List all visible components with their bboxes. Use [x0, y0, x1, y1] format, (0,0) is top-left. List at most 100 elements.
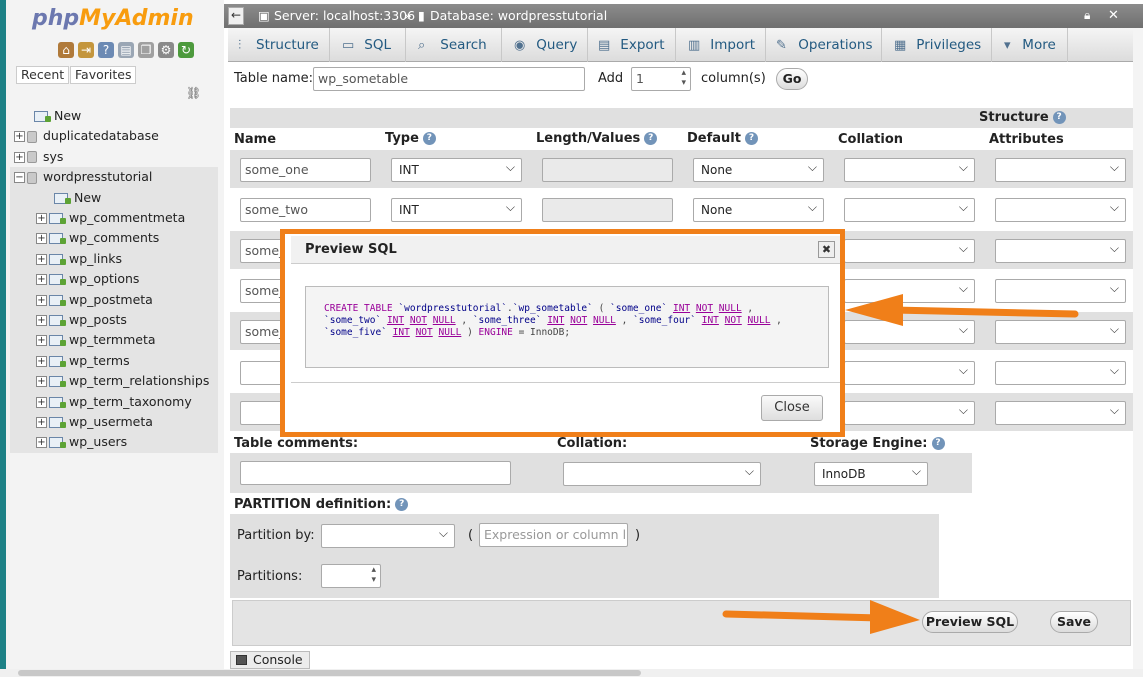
tree-item[interactable]: + wp_commentmeta [36, 208, 185, 228]
expand-icon[interactable]: + [36, 294, 47, 306]
tab-export[interactable]: ▤ Export [590, 28, 676, 62]
home-icon[interactable]: ⌂ [58, 42, 74, 58]
close-icon[interactable]: ✖ [818, 241, 835, 258]
tree-item[interactable]: + wp_posts [36, 310, 127, 330]
column-collation-select[interactable] [844, 401, 975, 425]
tab-structure[interactable]: ⫶ Structure [230, 28, 330, 62]
column-collation-select[interactable] [844, 361, 975, 385]
settings-icon[interactable]: ⚙ [158, 42, 174, 58]
help-icon[interactable]: ? [744, 132, 758, 145]
help-icon[interactable]: ? [931, 437, 945, 450]
tab-operations[interactable]: ✎ Operations [768, 28, 882, 62]
expand-icon[interactable]: + [36, 355, 47, 367]
tree-item[interactable]: + wp_term_taxonomy [36, 392, 192, 412]
spinner-icon[interactable]: ▴ ▾ [681, 68, 686, 88]
tree-item[interactable]: − wordpresstutorial [14, 167, 152, 187]
column-length-input[interactable] [542, 158, 673, 182]
help-icon[interactable]: ? [98, 42, 114, 58]
column-attributes-select[interactable] [995, 158, 1126, 182]
expand-icon[interactable]: + [36, 376, 47, 388]
expand-icon[interactable]: + [14, 131, 25, 143]
tree-item[interactable]: + wp_term_relationships [36, 371, 209, 391]
tab-query[interactable]: ◉ Query [506, 28, 588, 62]
help-icon[interactable]: ? [644, 132, 658, 145]
tree-item[interactable]: + wp_usermeta [36, 412, 153, 432]
column-attributes-select[interactable] [995, 198, 1126, 222]
collation-select[interactable] [563, 462, 761, 486]
partitions-input[interactable]: ▴ ▾ [321, 564, 381, 588]
expand-icon[interactable]: + [36, 253, 47, 265]
tree-item[interactable]: + wp_links [36, 249, 122, 269]
docs-icon[interactable]: ▤ [118, 42, 134, 58]
preview-sql-button[interactable]: Preview SQL [922, 611, 1018, 633]
tree-item[interactable]: + wp_termmeta [36, 330, 156, 350]
close-button[interactable]: Close [761, 395, 823, 421]
partition-expression-input[interactable]: Expression or column list [479, 523, 628, 547]
collapse-arrow-icon[interactable]: ← [228, 7, 244, 25]
tree-item[interactable]: + wp_comments [36, 228, 159, 248]
expand-icon[interactable]: + [14, 151, 25, 163]
column-name-input[interactable]: some_two [240, 198, 371, 222]
column-default-select[interactable]: None [693, 198, 824, 222]
column-name-input[interactable]: some_one [240, 158, 371, 182]
breadcrumb-server[interactable]: Server: localhost:3306 [274, 4, 415, 28]
tree-item[interactable]: + wp_options [36, 269, 139, 289]
reload-icon[interactable]: ↻ [178, 42, 194, 58]
column-default-select[interactable]: None [693, 158, 824, 182]
column-type-select[interactable]: INT [391, 158, 522, 182]
expand-icon[interactable]: + [36, 417, 47, 428]
logout-icon[interactable]: ⇥ [78, 42, 94, 58]
storage-engine-select[interactable]: InnoDB [814, 462, 928, 486]
column-attributes-select[interactable] [995, 361, 1126, 385]
tab-more[interactable]: ▾ More [996, 28, 1068, 62]
expand-icon[interactable]: + [36, 315, 47, 326]
tree-item[interactable]: + wp_terms [36, 351, 130, 371]
breadcrumb-database[interactable]: Database: wordpresstutorial [430, 4, 607, 28]
tree-item[interactable]: New [34, 106, 81, 126]
save-button[interactable]: Save [1050, 611, 1098, 633]
tree-item[interactable]: + sys [14, 147, 63, 167]
column-length-input[interactable] [542, 198, 673, 222]
gear-icon[interactable]: ✕ [1108, 8, 1119, 23]
scrollbar-thumb[interactable] [18, 670, 641, 676]
tab-privileges[interactable]: ▦ Privileges [886, 28, 992, 62]
partition-by-select[interactable] [321, 524, 455, 548]
tab-favorites[interactable]: Favorites [70, 66, 137, 84]
expand-icon[interactable]: + [36, 335, 47, 347]
table-comments-input[interactable] [240, 461, 511, 485]
expand-icon[interactable]: − [14, 172, 25, 184]
tree-item[interactable]: New [54, 188, 101, 208]
column-collation-select[interactable] [844, 198, 975, 222]
go-button[interactable]: Go [776, 68, 808, 90]
expand-icon[interactable]: + [36, 274, 47, 286]
spinner-icon[interactable]: ▴ ▾ [371, 565, 376, 585]
tab-recent[interactable]: Recent [16, 66, 70, 84]
tab-sql[interactable]: ▭ SQL [334, 28, 406, 62]
expand-icon[interactable]: + [36, 437, 47, 449]
copy-icon[interactable]: ❐ [138, 42, 154, 58]
new-table-icon [54, 192, 71, 204]
console-tab[interactable]: Console [230, 651, 310, 669]
column-collation-select[interactable] [844, 158, 975, 182]
column-attributes-select[interactable] [995, 401, 1126, 425]
add-columns-input[interactable]: 1 ▴ ▾ [631, 67, 691, 91]
help-icon[interactable]: ? [422, 132, 436, 145]
help-icon[interactable]: ? [1052, 111, 1066, 124]
tree-item[interactable]: + wp_postmeta [36, 290, 153, 310]
tab-import[interactable]: ▥ Import [680, 28, 766, 62]
expand-icon[interactable]: + [36, 233, 47, 245]
column-attributes-select[interactable] [995, 239, 1126, 263]
expand-icon[interactable]: + [36, 396, 47, 408]
vertical-scrollbar[interactable] [1133, 28, 1143, 669]
tree-item[interactable]: + wp_users [36, 432, 127, 452]
tab-search[interactable]: ⌕ Search [410, 28, 502, 62]
column-collation-select[interactable] [844, 239, 975, 263]
table-name-input[interactable]: wp_sometable [313, 67, 585, 91]
tree-item[interactable]: + duplicatedatabase [14, 126, 159, 146]
link-with-main-icon[interactable]: ⛓ [186, 86, 201, 100]
column-type-select[interactable]: INT [391, 198, 522, 222]
phpmyadmin-logo[interactable]: phpMyAdmin [32, 6, 194, 31]
expand-icon[interactable]: + [36, 213, 47, 224]
help-icon[interactable]: ? [395, 498, 409, 511]
lock-icon[interactable]: 🔒︎ [1084, 8, 1090, 23]
